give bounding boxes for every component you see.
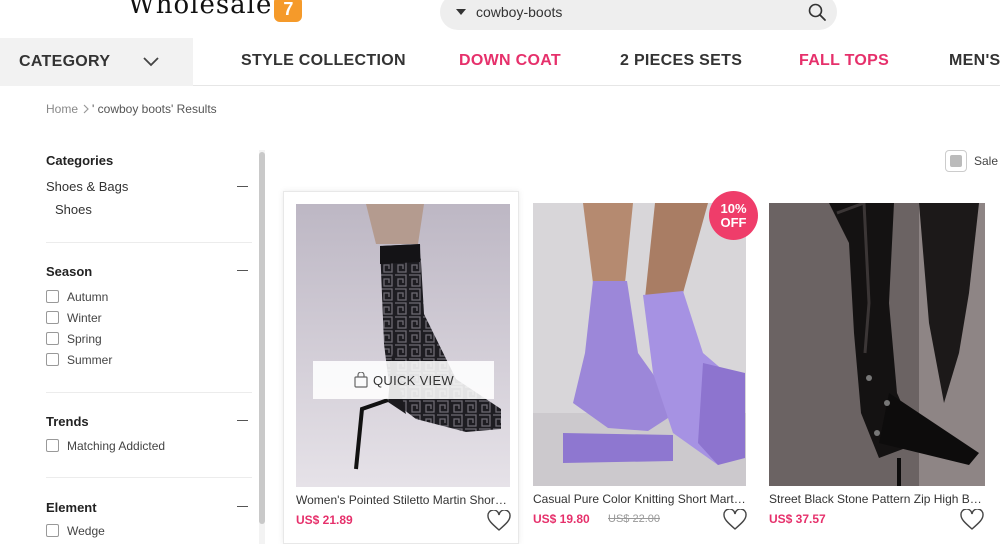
checkbox[interactable] [46, 524, 59, 537]
option-label: Summer [67, 352, 113, 367]
quick-view-button[interactable]: QUICK VIEW [313, 361, 494, 399]
quick-view-label: QUICK VIEW [372, 372, 454, 388]
search-dropdown-caret-icon[interactable] [456, 9, 466, 15]
checkbox[interactable] [46, 311, 59, 324]
collapse-minus-icon[interactable] [237, 186, 248, 187]
collapse-minus-icon[interactable] [237, 270, 248, 271]
nav-item-down-coat[interactable]: DOWN COAT [459, 38, 561, 86]
nav-item-fall-tops[interactable]: FALL TOPS [799, 38, 889, 86]
breadcrumb: Home ' cowboy boots' Results [46, 102, 217, 116]
nav-item-style-collection[interactable]: STYLE COLLECTION [241, 38, 406, 86]
category-menu-button[interactable]: CATEGORY [0, 38, 193, 86]
breadcrumb-results: ' cowboy boots' Results [92, 102, 217, 116]
search-bar[interactable]: cowboy-boots [440, 0, 837, 30]
filter-title-element: Element [46, 500, 97, 515]
breadcrumb-home[interactable]: Home [46, 102, 78, 116]
filter-section-season: Season Autumn Winter Spring Summer [46, 243, 252, 393]
sidebar-scrollbar-thumb[interactable] [259, 152, 265, 524]
shopping-bag-icon [354, 372, 368, 388]
search-icon[interactable] [807, 2, 827, 27]
sale-label: Sale [974, 154, 999, 168]
sale-checkbox[interactable] [945, 150, 967, 172]
filter-sidebar: Categories Shoes & Bags Shoes Season Aut… [46, 150, 252, 544]
checkbox[interactable] [46, 332, 59, 345]
filter-section-categories: Categories Shoes & Bags Shoes [46, 150, 252, 243]
trends-option-matching-addicted[interactable]: Matching Addicted [46, 435, 165, 456]
season-option-autumn[interactable]: Autumn [46, 286, 112, 307]
logo-text: Wholesale [128, 0, 273, 20]
category-shoes-bags[interactable]: Shoes & Bags [46, 179, 128, 194]
product-price: US$ 21.89 [296, 513, 353, 527]
option-label: Spring [67, 331, 102, 346]
discount-percent: 10% [720, 200, 747, 216]
product-title[interactable]: Women's Pointed Stiletto Martin Short ..… [296, 493, 508, 507]
season-option-summer[interactable]: Summer [46, 349, 112, 370]
category-shoes[interactable]: Shoes [55, 202, 92, 217]
filter-section-trends: Trends Matching Addicted [46, 393, 252, 478]
main-nav: CATEGORY STYLE COLLECTION DOWN COAT 2 PI… [0, 38, 1000, 86]
option-label: Matching Addicted [67, 438, 166, 453]
checkbox[interactable] [46, 290, 59, 303]
product-price: US$ 19.80 [533, 512, 590, 526]
wishlist-heart-icon[interactable] [487, 509, 511, 537]
product-title[interactable]: Street Black Stone Pattern Zip High Boot… [769, 492, 985, 506]
product-old-price: US$ 22.00 [608, 513, 660, 525]
product-image[interactable] [769, 203, 985, 486]
product-price: US$ 37.57 [769, 512, 826, 526]
search-input[interactable]: cowboy-boots [476, 4, 562, 20]
logo-badge: 7 [274, 0, 303, 22]
sale-filter-toggle[interactable]: Sale [945, 150, 998, 172]
product-card[interactable]: 10% OFF Casual Pure Color Knitting Short… [521, 191, 758, 544]
collapse-minus-icon[interactable] [237, 420, 248, 421]
option-label: Autumn [67, 289, 109, 304]
element-option-wedge[interactable]: Wedge [46, 520, 105, 541]
option-label: Wedge [67, 523, 105, 538]
collapse-minus-icon[interactable] [237, 506, 248, 507]
product-image[interactable] [533, 203, 746, 486]
nav-item-2-pieces-sets[interactable]: 2 PIECES SETS [620, 38, 742, 86]
filter-title-trends: Trends [46, 414, 89, 429]
discount-badge: 10% OFF [709, 191, 758, 240]
filter-section-element: Element Wedge [46, 478, 252, 544]
product-card[interactable]: QUICK VIEW Women's Pointed Stiletto Mart… [283, 191, 519, 544]
checkbox[interactable] [46, 439, 59, 452]
product-image[interactable]: QUICK VIEW [296, 204, 510, 487]
chevron-down-icon [142, 54, 160, 72]
category-label: CATEGORY [19, 53, 111, 70]
option-label: Winter [67, 310, 102, 325]
wishlist-heart-icon[interactable] [723, 508, 747, 536]
wishlist-heart-icon[interactable] [960, 508, 984, 536]
checkbox[interactable] [46, 353, 59, 366]
discount-off: OFF [720, 214, 747, 230]
season-option-winter[interactable]: Winter [46, 307, 112, 328]
season-option-spring[interactable]: Spring [46, 328, 112, 349]
product-card[interactable]: Street Black Stone Pattern Zip High Boot… [757, 191, 1000, 544]
chevron-right-icon [83, 104, 89, 114]
site-logo[interactable]: Wholesale 7 [128, 0, 303, 22]
nav-item-mens[interactable]: MEN'S [949, 38, 1000, 86]
product-title[interactable]: Casual Pure Color Knitting Short Martin … [533, 492, 746, 506]
filter-title-season: Season [46, 264, 93, 279]
filter-title-categories: Categories [46, 153, 114, 168]
